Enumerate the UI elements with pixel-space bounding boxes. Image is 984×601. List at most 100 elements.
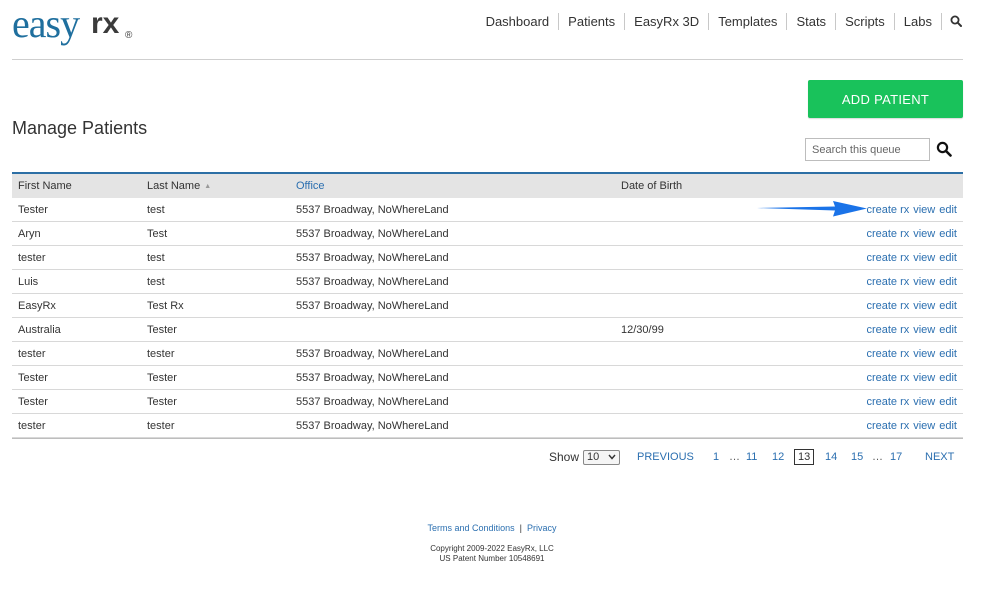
- create-rx-link[interactable]: create rx: [866, 396, 909, 408]
- create-rx-link[interactable]: create rx: [866, 372, 909, 384]
- view-link[interactable]: view: [913, 300, 935, 312]
- page-link-11[interactable]: 11: [746, 448, 757, 466]
- column-office[interactable]: Office: [296, 174, 325, 198]
- column-last-name[interactable]: Last Name ▲: [147, 174, 211, 198]
- create-rx-link[interactable]: create rx: [866, 204, 909, 216]
- footer-links: Terms and Conditions | Privacy: [0, 523, 984, 533]
- sort-ascending-icon: ▲: [204, 182, 212, 190]
- view-link[interactable]: view: [913, 228, 935, 240]
- edit-link[interactable]: edit: [939, 228, 957, 240]
- page-current-13[interactable]: 13: [794, 449, 815, 465]
- next-page-link[interactable]: NEXT: [925, 448, 954, 466]
- nav-search-icon[interactable]: [942, 15, 962, 27]
- nav-easyrx-3d[interactable]: EasyRx 3D: [625, 12, 710, 30]
- view-link[interactable]: view: [913, 372, 935, 384]
- row-actions: create rx view edit: [866, 366, 957, 389]
- create-rx-link[interactable]: create rx: [866, 420, 909, 432]
- page-link-12[interactable]: 12: [772, 448, 784, 466]
- last-name-cell: Test Rx: [147, 299, 184, 312]
- office-cell: 5537 Broadway, NoWhereLand: [296, 419, 449, 432]
- page-title: Manage Patients: [12, 118, 148, 138]
- edit-link[interactable]: edit: [939, 204, 957, 216]
- queue-search-icon[interactable]: [936, 141, 952, 157]
- last-name-cell: test: [147, 275, 165, 288]
- view-link[interactable]: view: [913, 324, 935, 336]
- patent-text: US Patent Number 10548691: [439, 554, 545, 563]
- row-actions: create rx view edit: [866, 414, 957, 437]
- row-actions: create rx view edit: [866, 318, 957, 341]
- column-first-name[interactable]: First Name: [18, 174, 72, 198]
- logo-rx-text: rx: [91, 7, 120, 40]
- page-size-control: Show 10: [549, 448, 621, 466]
- create-rx-link[interactable]: create rx: [866, 252, 909, 264]
- nav-dashboard[interactable]: Dashboard: [486, 12, 560, 30]
- office-cell: 5537 Broadway, NoWhereLand: [296, 371, 449, 384]
- view-link[interactable]: view: [913, 420, 935, 432]
- view-link[interactable]: view: [913, 276, 935, 288]
- copyright: Copyright 2009-2022 EasyRx, LLC US Paten…: [0, 544, 984, 564]
- last-name-cell: Tester: [147, 371, 177, 384]
- page-link-14[interactable]: 14: [825, 448, 837, 466]
- office-cell: 5537 Broadway, NoWhereLand: [296, 227, 449, 240]
- nav-scripts[interactable]: Scripts: [836, 12, 895, 30]
- terms-link[interactable]: Terms and Conditions: [428, 523, 515, 533]
- office-cell: 5537 Broadway, NoWhereLand: [296, 347, 449, 360]
- create-rx-link[interactable]: create rx: [866, 228, 909, 240]
- first-name-cell: Aryn: [18, 227, 41, 240]
- nav-templates[interactable]: Templates: [709, 12, 788, 30]
- create-rx-link[interactable]: create rx: [866, 276, 909, 288]
- last-name-cell: Test: [147, 227, 168, 240]
- first-name-cell: Australia: [18, 323, 61, 336]
- easyrx-logo[interactable]: easy rx ®: [12, 2, 142, 50]
- edit-link[interactable]: edit: [939, 252, 957, 264]
- chevron-down-icon: [608, 454, 616, 460]
- nav-patients[interactable]: Patients: [559, 12, 626, 30]
- edit-link[interactable]: edit: [939, 276, 957, 288]
- page-size-select[interactable]: 10: [583, 449, 621, 465]
- view-link[interactable]: view: [913, 396, 935, 408]
- view-link[interactable]: view: [913, 204, 935, 216]
- top-nav: Dashboard Patients EasyRx 3D Templates S…: [486, 12, 962, 30]
- row-actions: create rx view edit: [866, 390, 957, 413]
- edit-link[interactable]: edit: [939, 300, 957, 312]
- office-cell: 5537 Broadway, NoWhereLand: [296, 251, 449, 264]
- last-name-cell: tester: [147, 347, 175, 360]
- page-link-1[interactable]: 1: [713, 448, 719, 466]
- page-link-15[interactable]: 15: [851, 448, 863, 466]
- privacy-link[interactable]: Privacy: [527, 523, 557, 533]
- create-rx-link[interactable]: create rx: [866, 300, 909, 312]
- view-link[interactable]: view: [913, 348, 935, 360]
- table-row: Australia Tester 12/30/99 create rx view edit: [12, 318, 963, 342]
- table-bottom-border: [12, 438, 963, 439]
- search-icon: [950, 15, 962, 27]
- edit-link[interactable]: edit: [939, 324, 957, 336]
- previous-page-link[interactable]: PREVIOUS: [637, 448, 694, 466]
- edit-link[interactable]: edit: [939, 348, 957, 360]
- table-row: Luis test 5537 Broadway, NoWhereLand create…: [12, 270, 963, 294]
- table-row: tester tester 5537 Broadway, NoWhereLand cr…: [12, 342, 963, 366]
- last-name-cell: Tester: [147, 395, 177, 408]
- create-rx-link[interactable]: create rx: [866, 348, 909, 360]
- row-actions: create rx view edit: [866, 294, 957, 317]
- add-patient-button[interactable]: ADD PATIENT: [808, 80, 963, 118]
- column-last-name-label: Last Name: [147, 180, 201, 192]
- office-cell: 5537 Broadway, NoWhereLand: [296, 203, 449, 216]
- registered-mark: ®: [125, 30, 133, 41]
- nav-stats[interactable]: Stats: [787, 12, 837, 30]
- create-rx-link[interactable]: create rx: [866, 324, 909, 336]
- page-link-17[interactable]: 17: [890, 448, 902, 466]
- edit-link[interactable]: edit: [939, 372, 957, 384]
- header-divider: [12, 59, 963, 60]
- footer-separator: |: [519, 523, 522, 533]
- nav-labs[interactable]: Labs: [895, 12, 942, 30]
- edit-link[interactable]: edit: [939, 420, 957, 432]
- row-actions: create rx view edit: [866, 198, 957, 221]
- table-row: Tester Tester 5537 Broadway, NoWhereLand cr…: [12, 366, 963, 390]
- edit-link[interactable]: edit: [939, 396, 957, 408]
- row-actions: create rx view edit: [866, 342, 957, 365]
- column-date-of-birth[interactable]: Date of Birth: [621, 174, 682, 198]
- last-name-cell: test: [147, 251, 165, 264]
- page-ellipsis: …: [872, 451, 883, 463]
- queue-search-input[interactable]: [805, 138, 930, 161]
- view-link[interactable]: view: [913, 252, 935, 264]
